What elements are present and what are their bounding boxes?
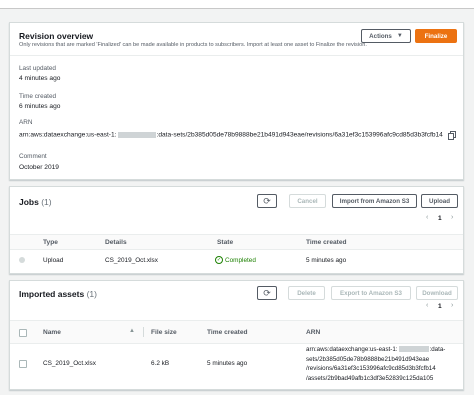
- assets-title: Imported assets (1): [19, 289, 97, 299]
- refresh-icon: ⟳: [263, 287, 271, 298]
- chevron-left-icon[interactable]: ‹: [426, 214, 428, 221]
- copy-icon[interactable]: [447, 131, 456, 140]
- asset-arn-line: sets/2b385d05de78b9888be21b491d943eae: [306, 355, 430, 363]
- jobs-title-text: Jobs: [19, 197, 39, 207]
- arn-value: arn:aws:dataexchange:us-east-1: :data-set…: [19, 131, 456, 140]
- sort-icon[interactable]: ▲: [129, 328, 135, 334]
- import-from-s3-button[interactable]: Import from Amazon S3: [332, 194, 417, 208]
- job-state-text: Completed: [225, 256, 256, 264]
- job-time-created: 5 minutes ago: [306, 257, 347, 264]
- column-header-time-created[interactable]: Time created: [306, 239, 347, 246]
- delete-button[interactable]: Delete: [288, 286, 325, 300]
- asset-arn-prefix: arn:aws:dataexchange:us-east-1:: [306, 346, 398, 353]
- column-divider: [143, 327, 144, 337]
- jobs-count: (1): [41, 197, 52, 207]
- column-header-details[interactable]: Details: [105, 239, 127, 246]
- job-details: CS_2019_Oct.xlsx: [105, 257, 158, 264]
- jobs-title: Jobs (1): [19, 197, 52, 207]
- export-label: Export to Amazon S3: [340, 289, 402, 297]
- asset-arn: arn:aws:dataexchange:us-east-1: :data- se…: [306, 345, 445, 383]
- column-header-state[interactable]: State: [217, 239, 233, 246]
- import-s3-label: Import from Amazon S3: [339, 197, 410, 205]
- chevron-right-icon[interactable]: ›: [451, 214, 453, 221]
- asset-file-size: 6.2 kB: [151, 360, 170, 367]
- actions-label: Actions: [369, 32, 392, 40]
- redacted-account: [398, 346, 429, 353]
- table-row[interactable]: Upload CS_2019_Oct.xlsx ✓ Completed 5 mi…: [10, 249, 463, 271]
- cancel-label: Cancel: [297, 197, 318, 205]
- time-created-label: Time created: [19, 93, 57, 100]
- table-row[interactable]: CS_2019_Oct.xlsx 6.2 kB 5 minutes ago ar…: [10, 343, 463, 387]
- upload-button[interactable]: Upload: [421, 194, 458, 208]
- assets-page-number[interactable]: 1: [438, 303, 442, 310]
- divider: [10, 55, 463, 56]
- asset-arn-line: /revisions/6a31ef3c153996afc9cd85d3b3fcf…: [306, 365, 436, 372]
- download-label: Download: [422, 289, 452, 297]
- asset-arn-line: arn:aws:dataexchange:us-east-1: :data-: [306, 345, 445, 355]
- arn-suffix: :data-sets/2b385d05de78b9888be21b491d943…: [156, 131, 443, 139]
- jobs-panel: Jobs (1) ⟳ Cancel Import from Amazon S3 …: [9, 186, 464, 274]
- assets-table-header: Name ▲ File size Time created ARN: [10, 320, 463, 344]
- column-header-file-size[interactable]: File size: [151, 329, 177, 336]
- asset-time-created: 5 minutes ago: [207, 360, 248, 367]
- upload-label: Upload: [429, 197, 450, 205]
- last-updated-value: 4 minutes ago: [19, 75, 61, 82]
- download-button[interactable]: Download: [416, 286, 458, 300]
- delete-label: Delete: [297, 289, 316, 297]
- chevron-down-icon: ▼: [396, 33, 403, 39]
- comment-label: Comment: [19, 153, 47, 160]
- time-created-value: 6 minutes ago: [19, 103, 61, 110]
- success-icon: ✓: [215, 256, 223, 264]
- column-header-name[interactable]: Name: [43, 329, 61, 336]
- finalize-label: Finalize: [424, 32, 448, 40]
- job-state: ✓ Completed: [215, 256, 256, 264]
- cancel-button[interactable]: Cancel: [289, 194, 326, 208]
- column-header-arn[interactable]: ARN: [306, 329, 320, 336]
- assets-title-text: Imported assets: [19, 289, 85, 299]
- refresh-assets-button[interactable]: ⟳: [257, 286, 277, 300]
- asset-name: CS_2019_Oct.xlsx: [43, 360, 96, 367]
- last-updated-label: Last updated: [19, 65, 56, 72]
- arn-label: ARN: [19, 119, 33, 126]
- asset-arn-tail: :data-: [429, 346, 446, 353]
- revision-overview-panel: Revision overview Only revisions that ar…: [9, 22, 464, 180]
- redacted-account: [117, 131, 156, 138]
- actions-button[interactable]: Actions ▼: [361, 29, 411, 43]
- asset-arn-line: /assets/2b9bad49afb1c3df3e52839c125da105: [306, 374, 434, 382]
- column-header-type[interactable]: Type: [43, 239, 58, 246]
- export-to-s3-button[interactable]: Export to Amazon S3: [331, 286, 411, 300]
- job-type: Upload: [43, 257, 64, 264]
- refresh-jobs-button[interactable]: ⟳: [257, 194, 277, 208]
- jobs-table-header: Type Details State Time created: [10, 234, 463, 250]
- comment-value: October 2019: [19, 164, 59, 171]
- chevron-left-icon[interactable]: ‹: [426, 302, 428, 309]
- column-header-time-created[interactable]: Time created: [207, 329, 248, 336]
- panel-title: Revision overview: [19, 31, 94, 41]
- row-select-checkbox[interactable]: [19, 360, 27, 368]
- panel-subtitle: Only revisions that are marked 'Finalize…: [19, 42, 367, 48]
- imported-assets-panel: Imported assets (1) ⟳ Delete Export to A…: [9, 280, 464, 390]
- chevron-right-icon[interactable]: ›: [451, 302, 453, 309]
- jobs-page-number[interactable]: 1: [438, 215, 442, 222]
- select-all-checkbox[interactable]: [19, 329, 27, 337]
- assets-count: (1): [86, 289, 97, 299]
- finalize-button[interactable]: Finalize: [415, 29, 457, 43]
- refresh-icon: ⟳: [263, 195, 271, 206]
- arn-prefix: arn:aws:dataexchange:us-east-1:: [19, 131, 117, 139]
- torn-edge: [0, 0, 474, 9]
- row-select-radio[interactable]: [19, 257, 25, 263]
